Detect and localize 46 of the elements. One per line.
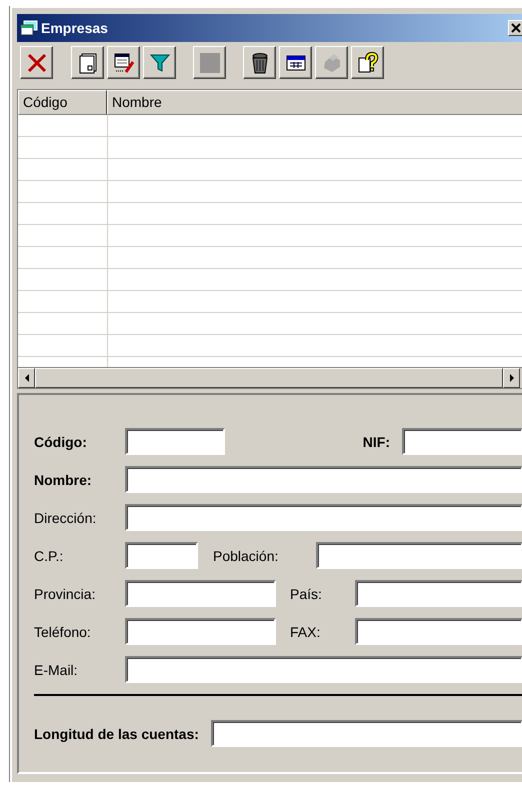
column-header[interactable]: Código [18,90,107,115]
input-field[interactable] [125,466,522,493]
field-label: FAX: [290,624,322,640]
column-header[interactable]: Nombre [107,90,522,115]
window-stack-icon [20,20,38,36]
scroll-right-button[interactable] [503,368,520,388]
close-button[interactable] [508,20,522,36]
table-pencil-icon [112,52,134,74]
input-field[interactable] [402,428,522,455]
field-label: Población: [213,548,280,564]
input-field[interactable] [316,542,522,569]
input-field[interactable] [125,656,522,683]
question-page-icon [356,52,378,74]
square-icon [198,52,220,74]
input-field[interactable] [125,580,276,607]
filter-button[interactable] [143,46,176,79]
field-label: NIF: [362,434,390,450]
input-field[interactable] [210,720,522,747]
window-title: Empresas [41,20,109,36]
field-label: Dirección: [34,510,98,526]
input-field[interactable] [125,542,198,569]
table-button[interactable] [279,46,312,79]
input-field[interactable] [125,618,276,645]
field-label: C.P.: [34,548,64,564]
cross-icon [26,52,48,74]
field-label: E-Mail: [34,662,79,678]
edit-button[interactable] [107,46,140,79]
pages-icon [76,52,98,74]
field-label: Teléfono: [34,624,92,640]
input-field[interactable] [355,618,522,645]
delete-button[interactable] [20,46,53,79]
left-arrow-icon [24,374,30,382]
new-button[interactable] [71,46,104,79]
field-label: Provincia: [34,586,96,602]
field-label: Nombre: [34,472,93,488]
input-field[interactable] [355,580,522,607]
scroll-left-button[interactable] [18,368,35,388]
funnel-icon [148,52,170,74]
field-label: Código: [34,434,88,450]
field-label: Longitud de las cuentas: [34,726,199,742]
trash-button[interactable] [243,46,276,79]
field-label: País: [290,586,323,602]
input-field[interactable] [125,428,225,455]
right-arrow-icon [508,374,514,382]
input-field[interactable] [125,504,522,531]
help-button[interactable] [351,46,384,79]
